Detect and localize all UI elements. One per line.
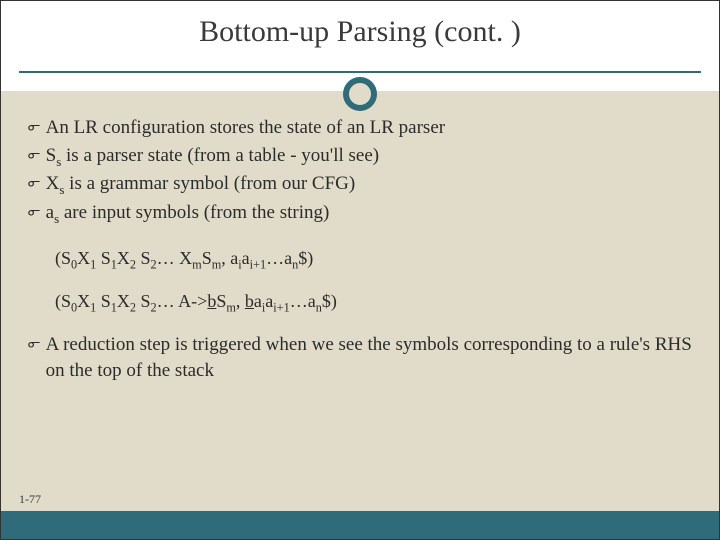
footer-strip (1, 511, 719, 539)
bullet-text: as are input symbols (from the string) (46, 200, 693, 226)
config-line-2: (S0X1 S1X2 S2… A->bSm, baiai+1…an$) (55, 289, 693, 314)
bullet-text: Xs is a grammar symbol (from our CFG) (46, 171, 693, 197)
bullet-item-2: ൳ Ss is a parser state (from a table - y… (27, 143, 693, 169)
bullet-item-1: ൳ An LR configuration stores the state o… (27, 115, 693, 141)
bullet-text: Ss is a parser state (from a table - you… (46, 143, 693, 169)
body-area: ൳ An LR configuration stores the state o… (1, 91, 719, 511)
slide: Bottom-up Parsing (cont. ) ൳ An LR confi… (0, 0, 720, 540)
title-underline (19, 71, 701, 73)
page-number: 1-77 (19, 492, 41, 507)
bullet-mark-icon: ൳ (27, 200, 40, 226)
bullet-item-4: ൳ as are input symbols (from the string) (27, 200, 693, 226)
bullet-mark-icon: ൳ (27, 171, 40, 197)
bullet-mark-icon: ൳ (27, 332, 40, 358)
bullet-text: A reduction step is triggered when we se… (46, 332, 693, 384)
title-area: Bottom-up Parsing (cont. ) (1, 1, 719, 91)
bullet-text: An LR configuration stores the state of … (46, 115, 693, 141)
slide-title: Bottom-up Parsing (cont. ) (1, 1, 719, 49)
title-circle-ornament (343, 77, 377, 111)
bullet-list: ൳ An LR configuration stores the state o… (27, 115, 693, 384)
bullet-item-3: ൳ Xs is a grammar symbol (from our CFG) (27, 171, 693, 197)
bullet-mark-icon: ൳ (27, 115, 40, 141)
bullet-mark-icon: ൳ (27, 143, 40, 169)
bullet-item-5: ൳ A reduction step is triggered when we … (27, 332, 693, 384)
config-line-1: (S0X1 S1X2 S2… XmSm, aiai+1…an$) (55, 246, 693, 271)
configuration-block: (S0X1 S1X2 S2… XmSm, aiai+1…an$) (S0X1 S… (55, 246, 693, 314)
